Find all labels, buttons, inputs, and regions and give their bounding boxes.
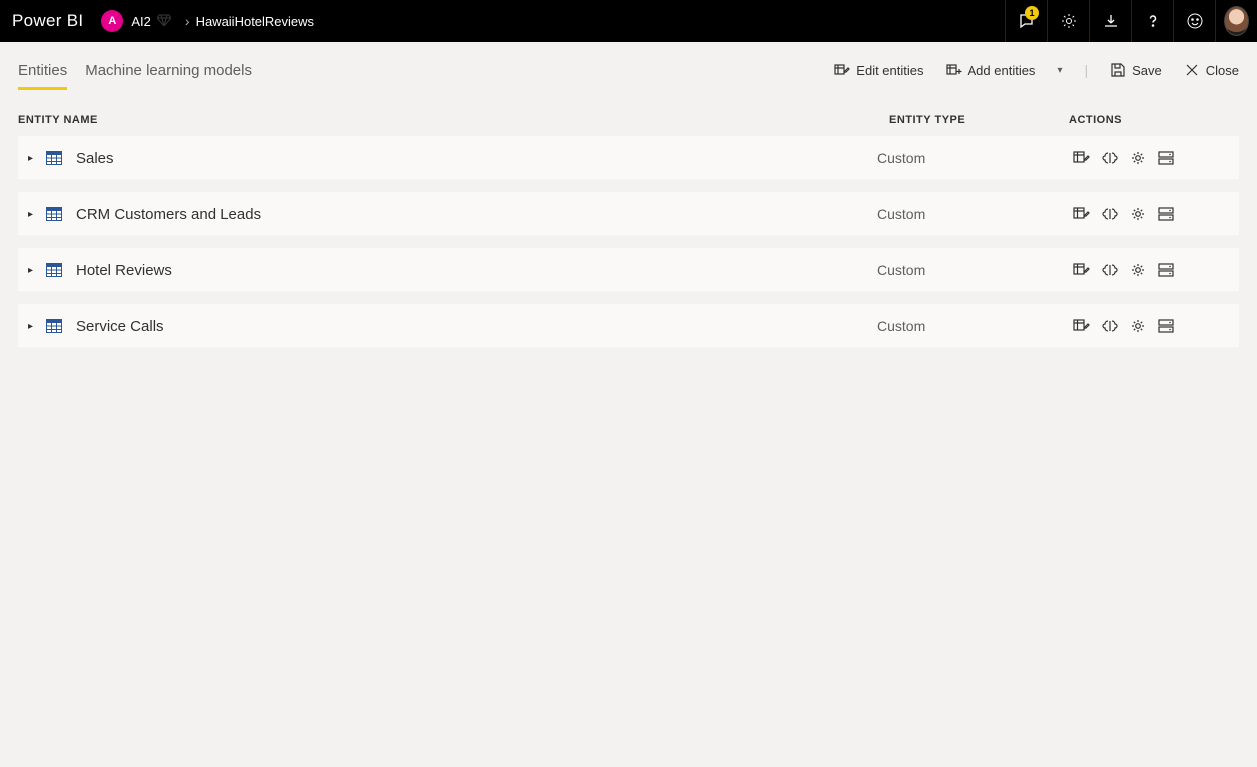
add-entities-label: Add entities bbox=[968, 63, 1036, 78]
entity-type: Custom bbox=[877, 318, 1057, 334]
expand-toggle[interactable]: ▸ bbox=[28, 321, 42, 332]
notification-count-badge: 1 bbox=[1025, 6, 1039, 20]
action-settings-icon[interactable] bbox=[1129, 150, 1147, 166]
close-label: Close bbox=[1206, 63, 1239, 78]
action-ml-icon[interactable] bbox=[1101, 318, 1119, 334]
entity-actions bbox=[1057, 262, 1227, 278]
page-toolbar: Entities Machine learning models Edit en… bbox=[0, 42, 1257, 90]
tab-ml-models[interactable]: Machine learning models bbox=[85, 62, 252, 90]
col-actions: ACTIONS bbox=[1069, 114, 1239, 126]
edit-entities-icon bbox=[834, 62, 850, 78]
entity-type: Custom bbox=[877, 150, 1057, 166]
expand-toggle[interactable]: ▸ bbox=[28, 153, 42, 164]
table-icon bbox=[46, 263, 62, 277]
premium-diamond-icon bbox=[157, 14, 171, 29]
download-button[interactable] bbox=[1089, 0, 1131, 42]
entity-row[interactable]: ▸ Hotel ReviewsCustom bbox=[18, 248, 1239, 292]
breadcrumb-separator-icon: › bbox=[185, 13, 190, 29]
action-ml-icon[interactable] bbox=[1101, 206, 1119, 222]
edit-entities-label: Edit entities bbox=[856, 63, 923, 78]
brand-label: Power BI bbox=[12, 11, 83, 31]
toolbar-actions: Edit entities Add entities ▾ | Save Clos… bbox=[834, 62, 1239, 90]
tab-bar: Entities Machine learning models bbox=[18, 62, 252, 90]
action-edit-icon[interactable] bbox=[1073, 262, 1091, 278]
action-settings-icon[interactable] bbox=[1129, 262, 1147, 278]
notifications-button[interactable]: 1 bbox=[1005, 0, 1047, 42]
col-entity-type: ENTITY TYPE bbox=[889, 114, 1069, 126]
breadcrumb-current[interactable]: HawaiiHotelReviews bbox=[196, 14, 315, 29]
action-edit-icon[interactable] bbox=[1073, 150, 1091, 166]
expand-toggle[interactable]: ▸ bbox=[28, 209, 42, 220]
entity-type: Custom bbox=[877, 262, 1057, 278]
entity-name: Hotel Reviews bbox=[76, 262, 877, 279]
entity-actions bbox=[1057, 318, 1227, 334]
action-server-icon[interactable] bbox=[1157, 206, 1175, 222]
action-settings-icon[interactable] bbox=[1129, 206, 1147, 222]
action-server-icon[interactable] bbox=[1157, 318, 1175, 334]
save-button[interactable]: Save bbox=[1110, 62, 1162, 78]
action-ml-icon[interactable] bbox=[1101, 262, 1119, 278]
entity-row[interactable]: ▸ CRM Customers and LeadsCustom bbox=[18, 192, 1239, 236]
action-edit-icon[interactable] bbox=[1073, 206, 1091, 222]
global-header: Power BI A AI2 › HawaiiHotelReviews 1 bbox=[0, 0, 1257, 42]
col-entity-name: ENTITY NAME bbox=[18, 114, 889, 126]
action-ml-icon[interactable] bbox=[1101, 150, 1119, 166]
column-headers: ENTITY NAME ENTITY TYPE ACTIONS bbox=[0, 90, 1257, 136]
action-edit-icon[interactable] bbox=[1073, 318, 1091, 334]
action-settings-icon[interactable] bbox=[1129, 318, 1147, 334]
save-label: Save bbox=[1132, 63, 1162, 78]
table-icon bbox=[46, 151, 62, 165]
entity-actions bbox=[1057, 150, 1227, 166]
entity-row[interactable]: ▸ SalesCustom bbox=[18, 136, 1239, 180]
expand-toggle[interactable]: ▸ bbox=[28, 265, 42, 276]
entity-row[interactable]: ▸ Service CallsCustom bbox=[18, 304, 1239, 348]
add-entities-dropdown[interactable]: ▾ bbox=[1057, 65, 1062, 76]
table-icon bbox=[46, 207, 62, 221]
feedback-button[interactable] bbox=[1173, 0, 1215, 42]
help-button[interactable] bbox=[1131, 0, 1173, 42]
settings-button[interactable] bbox=[1047, 0, 1089, 42]
edit-entities-button[interactable]: Edit entities bbox=[834, 62, 923, 78]
action-server-icon[interactable] bbox=[1157, 262, 1175, 278]
account-button[interactable] bbox=[1215, 0, 1257, 42]
close-button[interactable]: Close bbox=[1184, 62, 1239, 78]
table-icon bbox=[46, 319, 62, 333]
avatar-icon bbox=[1224, 6, 1249, 36]
entity-type: Custom bbox=[877, 206, 1057, 222]
entity-name: CRM Customers and Leads bbox=[76, 206, 877, 223]
toolbar-separator: | bbox=[1084, 62, 1088, 78]
action-server-icon[interactable] bbox=[1157, 150, 1175, 166]
entity-name: Sales bbox=[76, 150, 877, 167]
tab-entities[interactable]: Entities bbox=[18, 62, 67, 90]
add-entities-button[interactable]: Add entities bbox=[946, 62, 1036, 78]
entity-name: Service Calls bbox=[76, 318, 877, 335]
close-icon bbox=[1184, 62, 1200, 78]
save-icon bbox=[1110, 62, 1126, 78]
workspace-badge[interactable]: A bbox=[101, 10, 123, 32]
entity-list: ▸SalesCustom▸CRM Customers and LeadsCust… bbox=[0, 136, 1257, 348]
add-entities-icon bbox=[946, 62, 962, 78]
entity-actions bbox=[1057, 206, 1227, 222]
workspace-name[interactable]: AI2 bbox=[131, 14, 151, 29]
